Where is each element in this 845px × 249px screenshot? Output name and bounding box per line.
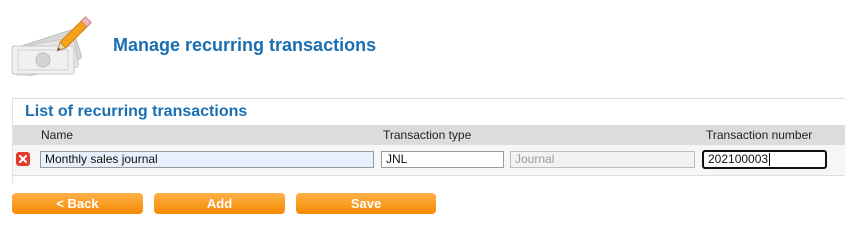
panel-title: List of recurring transactions xyxy=(25,103,248,120)
add-button[interactable]: Add xyxy=(154,193,285,214)
column-header-transaction-number: Transaction number xyxy=(706,128,813,142)
transaction-type-code-input[interactable]: JNL xyxy=(381,151,504,168)
page-header: Manage recurring transactions xyxy=(8,16,608,78)
page-title: Manage recurring transactions xyxy=(113,35,377,55)
transaction-number-value: 202100003 xyxy=(708,152,769,166)
grid-header-row: Name Transaction type Transaction number xyxy=(13,125,845,145)
table-row: Monthly sales journal JNL Journal 202100… xyxy=(13,145,845,176)
delete-row-button[interactable] xyxy=(16,152,30,166)
text-cursor xyxy=(769,153,771,167)
transaction-number-input[interactable]: 202100003 xyxy=(702,150,827,169)
save-button[interactable]: Save xyxy=(296,193,436,214)
back-button[interactable]: < Back xyxy=(12,193,143,214)
recurring-transactions-panel: List of recurring transactions Name Tran… xyxy=(12,99,845,183)
column-header-transaction-type: Transaction type xyxy=(383,128,472,142)
name-input[interactable]: Monthly sales journal xyxy=(40,151,374,168)
transaction-type-description-field: Journal xyxy=(510,151,695,168)
column-header-name: Name xyxy=(41,128,74,142)
close-icon xyxy=(19,155,27,163)
money-pencil-icon xyxy=(8,16,96,78)
